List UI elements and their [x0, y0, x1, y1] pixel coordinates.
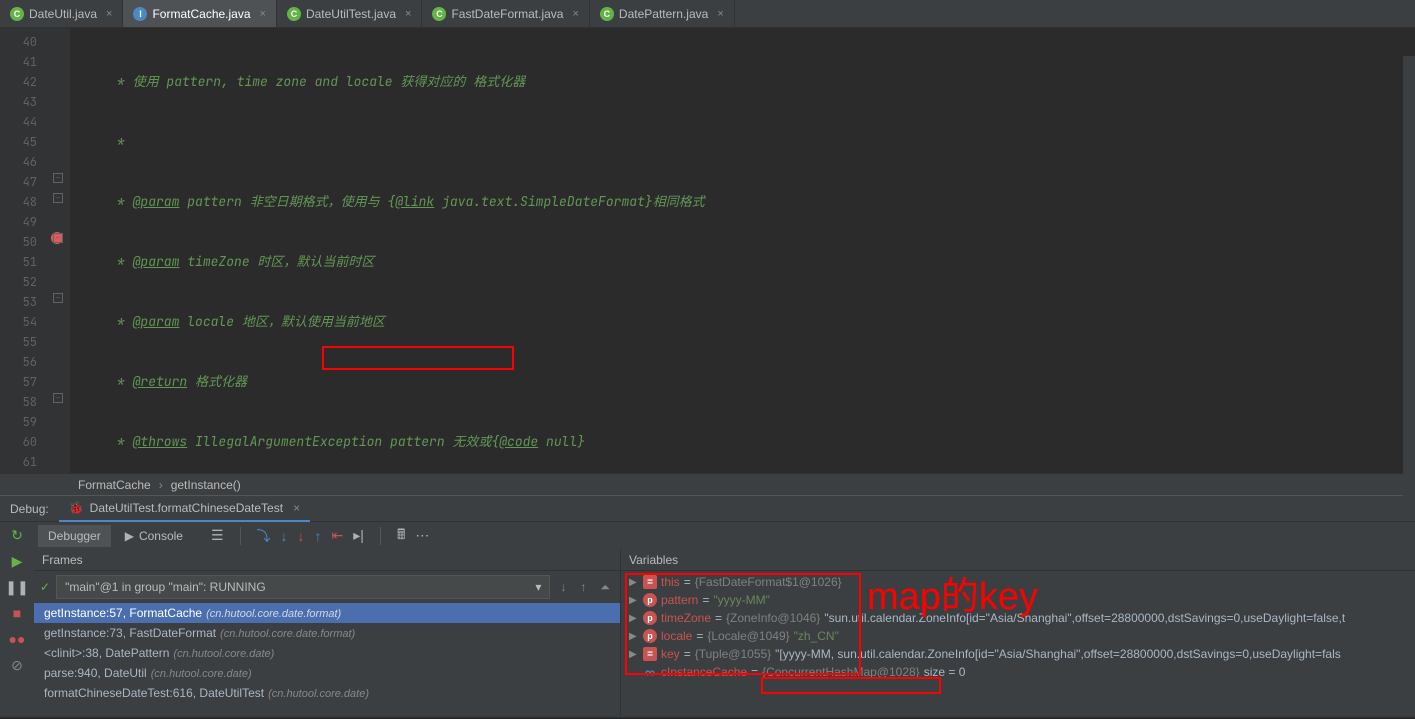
- tab-dateutiltest[interactable]: C DateUtilTest.java ×: [277, 0, 422, 27]
- debug-run-config[interactable]: 🐞 DateUtilTest.formatChineseDateTest ×: [59, 496, 310, 522]
- step-into-icon[interactable]: ↓: [281, 528, 288, 544]
- param-icon: p: [643, 593, 657, 607]
- param-icon: p: [643, 611, 657, 625]
- force-step-into-icon[interactable]: ↓: [298, 528, 305, 544]
- tab-datepattern[interactable]: C DatePattern.java ×: [590, 0, 735, 27]
- bug-icon: 🐞: [69, 501, 84, 515]
- fold-icon[interactable]: –: [53, 193, 63, 203]
- debug-actions: ▶ ❚❚ ■ ●● ⊘: [0, 549, 34, 717]
- variable-item[interactable]: ▶= key = {Tuple@1055} "[yyyy-MM, sun.uti…: [621, 645, 1415, 663]
- trace-icon[interactable]: ⋯: [415, 527, 429, 544]
- chevron-right-icon: ›: [159, 478, 163, 492]
- fold-icon[interactable]: –: [53, 233, 63, 243]
- tab-label: FormatCache.java: [152, 7, 250, 21]
- step-out-icon[interactable]: ↑: [315, 528, 322, 544]
- console-icon: ▶: [125, 529, 134, 543]
- param-icon: p: [643, 629, 657, 643]
- frame-item[interactable]: <clinit>:38, DatePattern (cn.hutool.core…: [34, 643, 620, 663]
- run-config-label: DateUtilTest.formatChineseDateTest: [90, 501, 283, 515]
- threads-icon[interactable]: ☰: [211, 527, 224, 544]
- tab-label: FastDateFormat.java: [451, 7, 563, 21]
- class-icon: C: [287, 7, 301, 21]
- breadcrumb: FormatCache › getInstance(): [0, 473, 1415, 495]
- frame-item[interactable]: parse:940, DateUtil (cn.hutool.core.date…: [34, 663, 620, 683]
- field-icon: =: [643, 575, 657, 589]
- expand-icon[interactable]: ▶: [629, 595, 639, 606]
- tab-label: DateUtilTest.java: [306, 7, 396, 21]
- thread-label: "main"@1 in group "main": RUNNING: [65, 580, 266, 594]
- close-icon[interactable]: ×: [405, 8, 411, 20]
- fold-icon[interactable]: –: [53, 173, 63, 183]
- close-icon[interactable]: ×: [717, 8, 723, 20]
- editor-tabs: C DateUtil.java × I FormatCache.java × C Date…: [0, 0, 1415, 28]
- debug-label: Debug:: [0, 502, 59, 516]
- debug-toolbar: ↻ Debugger ▶Console ☰ ⤵ ↓ ↓ ↑ ⇤ ▸| 🖩 ⋯: [0, 521, 1415, 549]
- frame-item[interactable]: getInstance:57, FormatCache (cn.hutool.c…: [34, 603, 620, 623]
- expand-icon[interactable]: ▶: [629, 613, 639, 624]
- variable-list: ▶= this = {FastDateFormat$1@1026} ▶p pat…: [621, 571, 1415, 717]
- scrollbar[interactable]: [1403, 56, 1415, 501]
- check-icon: ✓: [40, 580, 50, 594]
- code-area[interactable]: * 使用 pattern, time zone and locale 获得对应的…: [70, 28, 1415, 473]
- gutter-marks: – – – – –: [47, 28, 70, 473]
- expand-icon[interactable]: ▶: [629, 631, 639, 642]
- expand-icon[interactable]: ▶: [629, 649, 639, 660]
- next-frame-icon[interactable]: ↑: [576, 578, 590, 596]
- tab-formatcache[interactable]: I FormatCache.java ×: [123, 0, 276, 27]
- class-icon: C: [600, 7, 614, 21]
- debug-header: Debug: 🐞 DateUtilTest.formatChineseDateT…: [0, 495, 1415, 521]
- step-over-icon[interactable]: ⤵: [257, 526, 271, 546]
- debugger-tab[interactable]: Debugger: [38, 525, 111, 547]
- variable-item[interactable]: ▶p pattern = "yyyy-MM": [621, 591, 1415, 609]
- variable-item[interactable]: ▶= this = {FastDateFormat$1@1026}: [621, 573, 1415, 591]
- breadcrumb-class[interactable]: FormatCache: [78, 478, 151, 492]
- line-numbers: 4041424344454647484950515253545556575859…: [0, 28, 47, 473]
- prev-frame-icon[interactable]: ↓: [556, 578, 570, 596]
- breakpoints-icon[interactable]: ●●: [9, 631, 25, 647]
- class-icon: C: [432, 7, 446, 21]
- annotation-box: [322, 346, 514, 370]
- breadcrumb-method[interactable]: getInstance(): [171, 478, 241, 492]
- fold-icon[interactable]: –: [53, 393, 63, 403]
- close-icon[interactable]: ×: [572, 8, 578, 20]
- tab-dateutil[interactable]: C DateUtil.java ×: [0, 0, 123, 27]
- variables-panel: Variables ▶= this = {FastDateFormat$1@10…: [621, 549, 1415, 717]
- infinity-icon: ∞: [643, 665, 657, 679]
- drop-frame-icon[interactable]: ⇤: [332, 527, 344, 544]
- close-icon[interactable]: ×: [106, 8, 112, 20]
- variables-header: Variables: [621, 549, 1415, 571]
- close-icon[interactable]: ×: [260, 8, 266, 20]
- frames-panel: Frames ✓ "main"@1 in group "main": RUNNI…: [34, 549, 621, 717]
- variable-item[interactable]: ▶p timeZone = {ZoneInfo@1046} "sun.util.…: [621, 609, 1415, 627]
- run-to-cursor-icon[interactable]: ▸|: [353, 527, 364, 544]
- variable-item[interactable]: ∞ cInstanceCache = {ConcurrentHashMap@10…: [621, 663, 1415, 681]
- variable-item[interactable]: ▶p locale = {Locale@1049} "zh_CN": [621, 627, 1415, 645]
- stop-icon[interactable]: ■: [9, 605, 25, 621]
- field-icon: =: [643, 647, 657, 661]
- frame-item[interactable]: getInstance:73, FastDateFormat (cn.hutoo…: [34, 623, 620, 643]
- filter-icon[interactable]: ⏶: [596, 578, 614, 597]
- tab-label: DatePattern.java: [619, 7, 708, 21]
- expand-icon[interactable]: ▶: [629, 577, 639, 588]
- close-icon[interactable]: ×: [293, 501, 300, 515]
- mute-breakpoints-icon[interactable]: ⊘: [9, 657, 25, 673]
- pause-icon[interactable]: ❚❚: [9, 579, 25, 595]
- rerun-icon[interactable]: ↻: [9, 528, 25, 544]
- frame-item[interactable]: formatChineseDateTest:616, DateUtilTest …: [34, 683, 620, 703]
- class-icon: C: [10, 7, 24, 21]
- resume-icon[interactable]: ▶: [9, 553, 25, 569]
- tab-label: DateUtil.java: [29, 7, 97, 21]
- interface-icon: I: [133, 7, 147, 21]
- fold-icon[interactable]: –: [53, 293, 63, 303]
- tab-fastdateformat[interactable]: C FastDateFormat.java ×: [422, 0, 589, 27]
- console-tab[interactable]: ▶Console: [115, 525, 193, 547]
- frames-header: Frames: [34, 549, 620, 571]
- debug-panels: ▶ ❚❚ ■ ●● ⊘ Frames ✓ "main"@1 in group "…: [0, 549, 1415, 717]
- frame-list: getInstance:57, FormatCache (cn.hutool.c…: [34, 603, 620, 717]
- thread-selector[interactable]: "main"@1 in group "main": RUNNING ▾: [56, 575, 550, 599]
- editor[interactable]: 4041424344454647484950515253545556575859…: [0, 28, 1415, 473]
- chevron-down-icon: ▾: [535, 580, 541, 594]
- evaluate-icon[interactable]: 🖩: [397, 524, 405, 548]
